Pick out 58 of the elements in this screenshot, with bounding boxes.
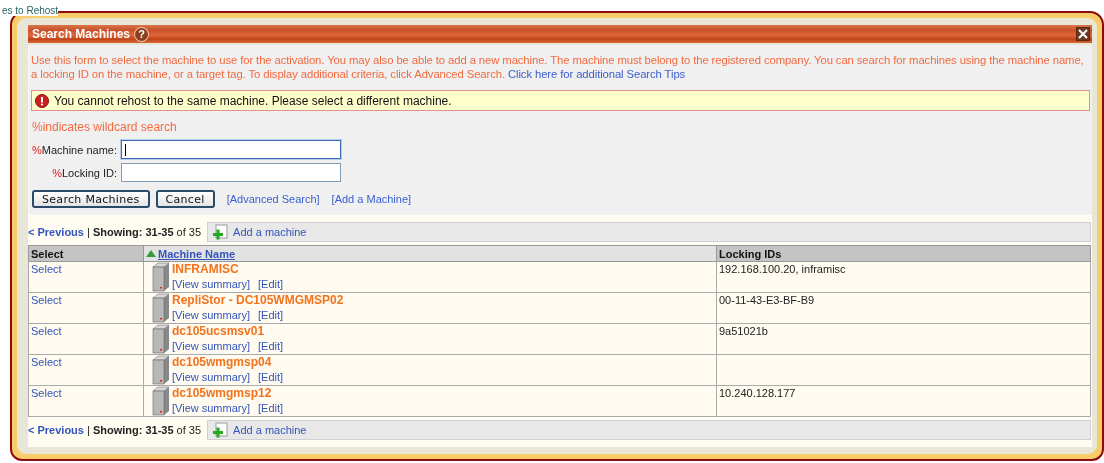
column-header[interactable]: Machine Name [143,245,717,262]
machine-name: dc105wmgmsp12 [172,386,273,401]
view-summary-link[interactable]: [View summary] [172,308,251,322]
select-link[interactable]: Select [31,263,62,275]
input-field[interactable] [121,140,341,159]
edit-link[interactable]: [Edit] [258,339,284,353]
message-text: You cannot rehost to the same machine. Please select a different machine. [54,93,452,108]
column-header: Locking IDs [716,245,1091,262]
view-summary-link[interactable]: [View summary] [172,401,251,415]
machine-name: RepliStor - DC105WMGMSP02 [172,293,344,308]
advanced-search-link[interactable]: [Advanced Search] [226,193,320,205]
edit-link[interactable]: [Edit] [258,308,284,322]
server-icon [150,324,170,354]
wildcard-note: %indicates wildcard search [31,120,178,134]
column-header: Select [28,245,144,262]
previous-link[interactable]: < Previous [28,226,84,238]
select-link[interactable]: Select [31,356,62,368]
page-heading: es to Rehost [0,5,59,16]
close-button[interactable] [1076,27,1090,41]
view-summary-link[interactable]: [View summary] [172,370,251,384]
previous-link[interactable]: < Previous [28,424,84,436]
showing-count: | Showing: 31-35 of 35 [86,424,202,436]
select-link[interactable]: Select [31,387,62,399]
machine-name: INFRAMISC [172,262,240,277]
locking-id: 00-11-43-E3-BF-B9 [719,294,815,306]
input-field[interactable] [121,163,341,182]
view-summary-link[interactable]: [View summary] [172,277,251,291]
add-machine-link[interactable]: Add a machine [233,226,307,238]
locking-id: 192.168.100.20, inframisc [719,263,846,275]
search-tips-link[interactable]: Click here for additional Search Tips [508,68,686,80]
search-button[interactable]: Search Machines [32,190,150,208]
edit-link[interactable]: [Edit] [258,401,284,415]
select-link[interactable]: Select [31,325,62,337]
add-machine-link[interactable]: [Add a Machine] [331,193,412,205]
server-icon [150,386,170,416]
locking-id: 10.240.128.177 [719,387,796,399]
server-icon [150,355,170,385]
add-icon [212,224,229,240]
field-label: %Locking ID: [51,166,117,179]
field-label: %Machine name: [31,143,117,156]
locking-id: 9a51021b [719,325,768,337]
machine-name: dc105ucsmsv01 [172,324,266,339]
machine-name: dc105wmgmsp04 [172,355,273,370]
close-icon [1078,29,1088,39]
edit-link[interactable]: [Edit] [258,277,284,291]
server-icon [150,293,170,323]
cancel-button[interactable]: Cancel [155,190,215,208]
intro-text: Use this form to select the machine to use for the activation. You may also be able to add a new machine. The machine must belong to the registered company. You can search for machines using the machine name, a locking ID on the machine, or a target tag. To display additional criteria, click Advanced Search. Click here for additional Search Tips [31,53,1085,81]
add-icon [212,422,229,438]
error-icon [35,93,49,108]
help-icon[interactable]: ? [135,27,149,41]
select-link[interactable]: Select [31,294,62,306]
server-icon [150,262,170,292]
dialog-title: Search Machines [32,27,131,41]
edit-link[interactable]: [Edit] [258,370,284,384]
view-summary-link[interactable]: [View summary] [172,339,251,353]
add-machine-link[interactable]: Add a machine [233,424,307,436]
showing-count: | Showing: 31-35 of 35 [86,226,202,238]
